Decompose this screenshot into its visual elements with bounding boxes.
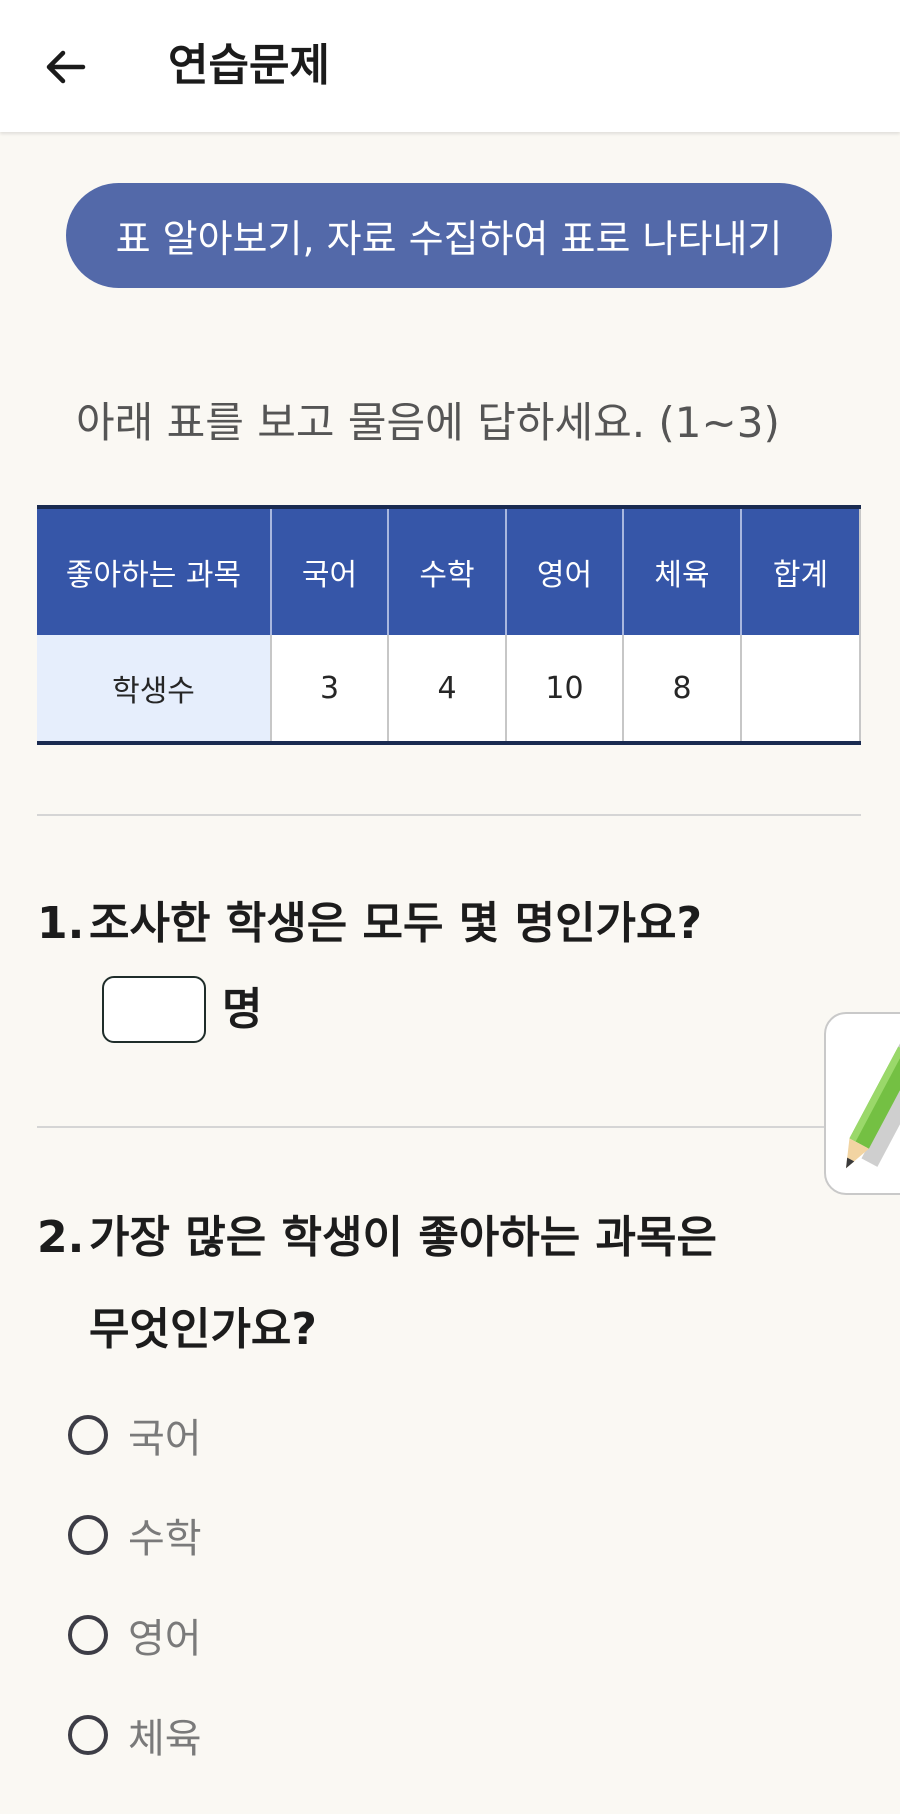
table-header-cell: 체육 — [623, 507, 742, 635]
table-header-row: 좋아하는 과목 국어 수학 영어 체육 합계 — [37, 507, 861, 635]
radio-button[interactable] — [68, 1515, 108, 1555]
question-2-number: 2. — [37, 1212, 85, 1263]
data-table: 좋아하는 과목 국어 수학 영어 체육 합계 학생수 3 4 10 8 — [37, 505, 861, 745]
question-1: 1. 조사한 학생은 모두 몇 명인가요? — [37, 878, 797, 970]
table-header-cell: 좋아하는 과목 — [37, 507, 272, 635]
table-header-cell: 합계 — [741, 507, 861, 635]
top-app-bar: 연습문제 — [0, 0, 900, 132]
answer-input[interactable] — [102, 976, 206, 1043]
pencil-icon — [846, 1034, 900, 1169]
table-cell: 8 — [623, 635, 742, 743]
option-item[interactable]: 수학 — [68, 1485, 202, 1585]
table-row-label: 학생수 — [37, 635, 272, 743]
table-header-cell: 수학 — [388, 507, 507, 635]
divider — [37, 1126, 827, 1128]
table-header-cell: 국어 — [271, 507, 389, 635]
option-item[interactable]: 체육 — [68, 1685, 202, 1785]
radio-button[interactable] — [68, 1415, 108, 1455]
table-header-cell: 영어 — [506, 507, 624, 635]
table-row: 학생수 3 4 10 8 — [37, 635, 861, 743]
question-2-text-cont: 무엇인가요? — [89, 1304, 317, 1355]
table-cell: 4 — [388, 635, 507, 743]
question-2: 2. 가장 많은 학생이 좋아하는 과목은 무엇인가요? — [37, 1192, 797, 1376]
table-cell: 10 — [506, 635, 624, 743]
table-cell-total — [741, 635, 861, 743]
answer-options: 국어 수학 영어 체육 — [68, 1385, 202, 1785]
back-button[interactable] — [30, 32, 100, 102]
option-item[interactable]: 영어 — [68, 1585, 202, 1685]
app-screen: 연습문제 표 알아보기, 자료 수집하여 표로 나타내기 아래 표를 보고 물음… — [0, 0, 900, 1814]
question-2-text: 가장 많은 학생이 좋아하는 과목은 — [89, 1212, 717, 1263]
option-label: 국어 — [128, 1416, 202, 1462]
divider — [37, 814, 861, 816]
radio-button[interactable] — [68, 1715, 108, 1755]
question-2-line-1: 2. 가장 많은 학생이 좋아하는 과목은 — [37, 1192, 797, 1284]
answer-unit-label: 명 — [222, 984, 263, 1035]
option-label: 영어 — [128, 1616, 202, 1662]
option-label: 체육 — [128, 1716, 202, 1762]
page-title: 연습문제 — [168, 40, 330, 91]
question-1-number: 1. — [37, 898, 85, 949]
table-cell: 3 — [271, 635, 389, 743]
option-label: 수학 — [128, 1516, 202, 1562]
arrow-left-icon — [46, 50, 86, 84]
drawing-tool-button[interactable] — [824, 1012, 900, 1195]
option-item[interactable]: 국어 — [68, 1385, 202, 1485]
instruction-text: 아래 표를 보고 물음에 답하세요. (1~3) — [76, 398, 780, 447]
question-1-line: 1. 조사한 학생은 모두 몇 명인가요? — [37, 878, 797, 970]
topic-badge: 표 알아보기, 자료 수집하여 표로 나타내기 — [66, 183, 832, 288]
radio-button[interactable] — [68, 1615, 108, 1655]
question-1-text: 조사한 학생은 모두 몇 명인가요? — [89, 898, 703, 949]
